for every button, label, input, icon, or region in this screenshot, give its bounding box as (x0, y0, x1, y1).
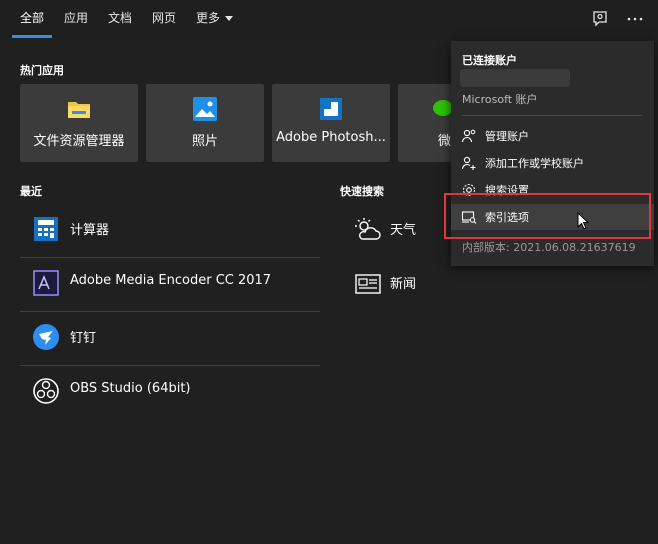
account-type-label: Microsoft 账户 (462, 93, 538, 106)
weather-icon (355, 218, 381, 240)
recent-item-obs[interactable]: OBS Studio (64bit) (20, 365, 320, 418)
calculator-icon (34, 217, 58, 241)
tab-documents[interactable]: 文档 (108, 0, 132, 38)
news-icon (355, 274, 381, 294)
tab-all[interactable]: 全部 (20, 0, 44, 38)
tab-apps[interactable]: 应用 (64, 0, 88, 38)
mouse-cursor-icon (577, 212, 589, 230)
blurred-account-name (460, 69, 570, 87)
app-tile-label: 文件资源管理器 (33, 134, 125, 149)
recent-item-label: OBS Studio (64bit) (70, 381, 191, 396)
recent-title: 最近 (20, 185, 42, 198)
app-tile-photos[interactable]: 照片 (146, 84, 264, 162)
media-encoder-icon (33, 270, 59, 296)
tab-more-label: 更多 (196, 11, 221, 25)
chevron-down-icon (225, 16, 234, 21)
quick-search-label: 新闻 (390, 277, 417, 292)
app-tile-label: Adobe Photosh... (276, 130, 386, 145)
account-menu-title: 已连接账户 (462, 54, 517, 67)
more-options-icon[interactable] (625, 9, 645, 29)
photos-icon (193, 97, 217, 121)
menu-item-label: 添加工作或学校账户 (485, 157, 584, 170)
menu-item-label: 管理账户 (485, 130, 529, 143)
quick-search-label: 天气 (390, 223, 417, 238)
pinned-apps-title: 热门应用 (20, 64, 64, 77)
recent-item-calculator[interactable]: 计算器 (20, 203, 320, 256)
recent-item-label: Adobe Media Encoder CC 2017 (70, 273, 272, 288)
build-version: 内部版本: 2021.06.08.21637619 (462, 241, 636, 254)
recent-item-dingtalk[interactable]: 钉钉 (20, 311, 320, 364)
menu-item-add-account[interactable]: 添加工作或学校账户 (451, 150, 654, 176)
app-tile-photoshop[interactable]: Adobe Photosh... (272, 84, 390, 162)
active-tab-indicator (12, 35, 52, 38)
recent-item-label: 计算器 (70, 223, 110, 238)
quick-search-title: 快速搜索 (340, 185, 384, 198)
tab-more[interactable]: 更多 (196, 0, 234, 38)
file-explorer-icon (68, 102, 90, 118)
tab-web[interactable]: 网页 (152, 0, 176, 38)
highlight-box (444, 193, 651, 239)
app-tile-file-explorer[interactable]: 文件资源管理器 (20, 84, 138, 162)
app-tile-wechat[interactable]: 微 (398, 84, 453, 162)
menu-item-manage-accounts[interactable]: 管理账户 (451, 123, 654, 149)
obs-icon (33, 378, 59, 404)
add-account-icon (461, 156, 476, 170)
app-tile-label: 微 (437, 134, 451, 149)
feedback-icon[interactable] (590, 9, 610, 29)
photoshop-icon (320, 98, 342, 120)
manage-accounts-icon (461, 129, 476, 143)
recent-item-label: 钉钉 (70, 331, 97, 346)
app-tile-label: 照片 (191, 134, 218, 149)
top-bar: 全部 应用 文档 网页 更多 (0, 0, 658, 38)
dingtalk-icon (33, 324, 59, 350)
menu-divider (462, 115, 642, 116)
recent-item-media-encoder[interactable]: Adobe Media Encoder CC 2017 (20, 257, 320, 310)
